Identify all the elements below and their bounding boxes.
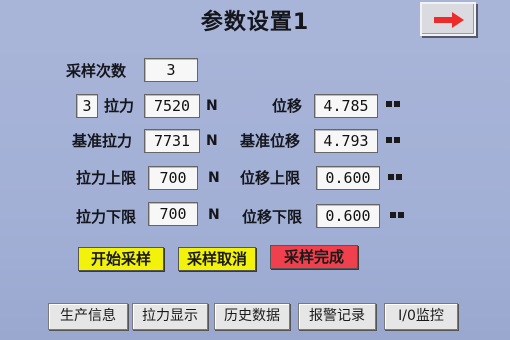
ref-force-unit: N	[206, 133, 218, 149]
force-lower-limit-label: 拉力下限	[76, 208, 137, 226]
complete-sampling-button[interactable]: 采样完成	[270, 245, 358, 269]
displacement-label: 位移	[272, 97, 303, 115]
force-upper-limit-unit: N	[208, 170, 220, 186]
force-lower-limit-field[interactable]: 700	[148, 202, 198, 226]
sample-count-label: 采样次数	[66, 62, 127, 80]
tab-io-monitor[interactable]: I/0监控	[384, 303, 458, 330]
force-label: 拉力	[104, 97, 135, 115]
indicator-squares	[388, 174, 402, 180]
tab-production-info[interactable]: 生产信息	[48, 303, 128, 330]
force-unit: N	[206, 98, 218, 114]
force-upper-limit-field[interactable]: 700	[148, 166, 198, 190]
tab-force-display[interactable]: 拉力显示	[132, 303, 208, 330]
ref-displacement-field[interactable]: 4.793	[314, 129, 378, 153]
next-page-button[interactable]	[420, 2, 476, 36]
ref-force-field[interactable]: 7731	[144, 129, 200, 153]
indicator-squares	[390, 212, 404, 218]
indicator-squares	[386, 137, 400, 143]
cancel-sampling-button[interactable]: 采样取消	[178, 247, 256, 271]
force-upper-limit-label: 拉力上限	[76, 169, 137, 187]
ref-force-label: 基准拉力	[72, 132, 133, 150]
displacement-upper-limit-field[interactable]: 0.600	[316, 166, 380, 190]
displacement-upper-limit-label: 位移上限	[240, 169, 301, 187]
force-lower-limit-unit: N	[208, 207, 220, 223]
hmi-screen: 参数设置1 采样次数 3 3 拉力 7520 N 位移 4.785 基准拉力 7…	[0, 0, 510, 340]
displacement-field[interactable]: 4.785	[314, 94, 378, 118]
displacement-lower-limit-field[interactable]: 0.600	[316, 204, 380, 228]
sample-count-field[interactable]: 3	[144, 58, 198, 82]
start-sampling-button[interactable]: 开始采样	[78, 247, 164, 271]
arrow-right-icon	[434, 12, 464, 28]
tab-alarm-log[interactable]: 报警记录	[298, 303, 376, 330]
sample-index-field[interactable]: 3	[76, 94, 98, 118]
tab-history-data[interactable]: 历史数据	[214, 303, 290, 330]
ref-displacement-label: 基准位移	[240, 132, 301, 150]
force-field[interactable]: 7520	[144, 94, 200, 118]
displacement-lower-limit-label: 位移下限	[242, 208, 303, 226]
indicator-squares	[386, 101, 400, 107]
